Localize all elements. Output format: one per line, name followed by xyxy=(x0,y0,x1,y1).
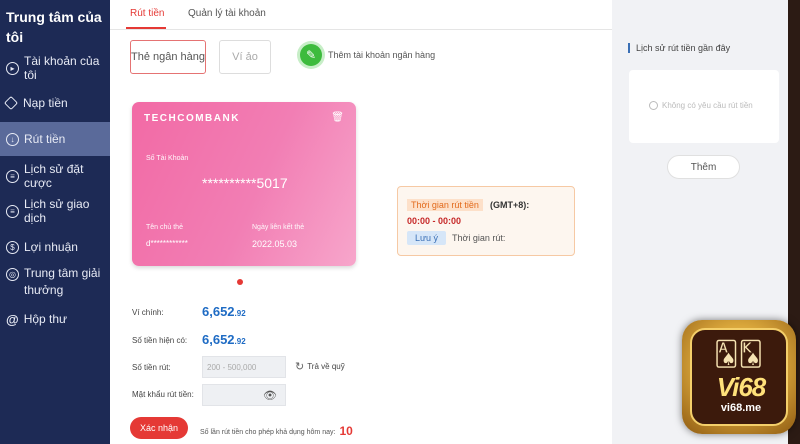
active-tab-indicator xyxy=(126,27,166,29)
time-range: 00:00 - 00:00 xyxy=(407,216,462,226)
logo-brand: Vi68 xyxy=(716,372,767,402)
refresh-icon: ↻ xyxy=(295,361,305,373)
sidebar-item-bet-history[interactable]: ≡ Lịch sử đặt cược xyxy=(0,159,110,193)
add-bank-label: Thêm tài khoản ngân hàng xyxy=(328,50,436,60)
sidebar-item-withdraw[interactable]: ↓ Rút tiền xyxy=(0,122,110,156)
tab-withdraw[interactable]: Rút tiền xyxy=(130,8,164,19)
main-wallet-label: Ví chính: xyxy=(132,308,164,317)
globe-icon: ◎ xyxy=(6,268,19,281)
document-icon: ≡ xyxy=(6,204,19,218)
sidebar-item-label: Lợi nhuận xyxy=(24,240,78,254)
list-icon: ≡ xyxy=(6,169,19,183)
history-title: Lịch sử rút tiền gần đây xyxy=(628,43,730,53)
sidebar-item-my-account[interactable]: ▸ Tài khoản của tôi xyxy=(0,51,110,85)
quota-label: Số lần rút tiền cho phép khả dụng hôm na… xyxy=(200,429,336,436)
tab-account-management[interactable]: Quản lý tài khoản xyxy=(188,8,266,19)
account-number: **********5017 xyxy=(202,175,288,191)
owner-value: d************ xyxy=(146,239,188,248)
withdraw-icon: ↓ xyxy=(6,132,19,146)
pencil-icon: ✎ xyxy=(300,44,322,66)
sidebar-item-inbox[interactable]: @ Hộp thư xyxy=(0,302,110,336)
trash-icon[interactable]: 🗑 xyxy=(331,112,344,123)
sidebar-item-deposit[interactable]: Nạp tiền xyxy=(0,86,110,120)
sidebar-title-line1: Trung tâm của xyxy=(6,9,102,25)
available-amount: 6,652 xyxy=(202,332,235,347)
bank-name: TECHCOMBANK xyxy=(144,113,240,124)
sidebar-title-line2: tôi xyxy=(6,29,24,45)
withdraw-time-tag: Thời gian rút tiền xyxy=(407,199,483,211)
main-wallet-value: 6,652.92 xyxy=(202,304,246,319)
playing-cards-icon: 🂡🂮 xyxy=(714,341,764,368)
diamond-icon xyxy=(3,95,19,111)
note-text: Thời gian rút: xyxy=(452,233,506,243)
timezone: (GMT+8): xyxy=(490,200,530,210)
sidebar-item-rewards-center[interactable]: ◎ Trung tâm giải thưởng xyxy=(0,263,110,303)
sidebar-item-label: Lịch sử giao dịch xyxy=(24,197,90,225)
main-panel: Rút tiền Quản lý tài khoản Thẻ ngân hàng… xyxy=(110,0,612,444)
logo-domain: vi68.me xyxy=(720,402,762,414)
eye-icon[interactable]: 👁 xyxy=(263,389,277,402)
note-tag: Lưu ý xyxy=(407,231,447,245)
quota-value: 10 xyxy=(339,424,353,438)
rewards-label-line2: thưởng xyxy=(24,283,64,297)
amount-input[interactable]: 200 - 500,000 xyxy=(202,356,286,378)
more-button[interactable]: Thêm xyxy=(667,155,740,179)
sidebar-item-label: Tài khoản của tôi xyxy=(24,54,100,82)
virtual-wallet-method-button[interactable]: Ví ảo xyxy=(219,40,271,74)
amount-label: Số tiền rút: xyxy=(132,363,171,372)
sidebar-item-label: Rút tiền xyxy=(24,132,66,146)
return-to-fund-label: Trả về quỹ xyxy=(307,362,345,371)
confirm-button[interactable]: Xác nhận xyxy=(130,417,188,439)
available-decimal: .92 xyxy=(234,337,246,346)
headset-icon xyxy=(649,101,658,110)
available-label: Số tiền hiện có: xyxy=(132,336,188,345)
link-date-label: Ngày liên kết thẻ xyxy=(252,224,305,231)
sidebar-item-label: Lịch sử đặt cược xyxy=(24,162,84,190)
sidebar-item-label: Hộp thư xyxy=(23,312,68,326)
withdraw-time-box: Thời gian rút tiền (GMT+8): 00:00 - 00:0… xyxy=(397,186,575,256)
main-wallet-amount: 6,652 xyxy=(202,304,235,319)
sidebar-title: Trung tâm của tôi xyxy=(0,0,110,47)
password-label: Mật khẩu rút tiền: xyxy=(132,390,194,399)
at-icon: @ xyxy=(6,311,19,327)
vi68-logo: 🂡🂮 Vi68 vi68.me xyxy=(682,320,796,434)
add-bank-account-button[interactable]: ✎ Thêm tài khoản ngân hàng xyxy=(300,44,435,66)
history-list: Không có yêu cầu rút tiền xyxy=(629,70,779,143)
sidebar-item-label: Trung tâm giải thưởng xyxy=(24,265,100,299)
bank-card-method-button[interactable]: Thẻ ngân hàng xyxy=(130,40,206,74)
profit-icon: $ xyxy=(6,240,19,254)
account-number-label: Số Tài Khoản xyxy=(146,155,189,162)
withdraw-password-input[interactable]: 👁 xyxy=(202,384,286,406)
return-to-fund-button[interactable]: ↻ Trả về quỹ xyxy=(295,360,345,373)
owner-label: Tên chủ thẻ xyxy=(146,224,183,231)
logo-inner: 🂡🂮 Vi68 vi68.me xyxy=(690,328,788,426)
rewards-label-line1: Trung tâm giải xyxy=(24,266,101,280)
account-icon: ▸ xyxy=(6,61,19,75)
history-empty: Không có yêu cầu rút tiền xyxy=(649,101,753,110)
carousel-dot[interactable] xyxy=(237,279,243,285)
tab-bar: Rút tiền Quản lý tài khoản xyxy=(110,0,612,30)
sidebar: Trung tâm của tôi ▸ Tài khoản của tôi Nạ… xyxy=(0,0,110,444)
history-empty-text: Không có yêu cầu rút tiền xyxy=(662,101,753,110)
available-value: 6,652.92 xyxy=(202,332,246,347)
sidebar-item-label: Nạp tiền xyxy=(23,96,68,110)
sidebar-item-transaction-history[interactable]: ≡ Lịch sử giao dịch xyxy=(0,194,110,228)
main-wallet-decimal: .92 xyxy=(234,309,246,318)
bank-card[interactable]: TECHCOMBANK 🗑 Số Tài Khoản **********501… xyxy=(132,102,356,266)
daily-quota: Số lần rút tiền cho phép khả dụng hôm na… xyxy=(200,423,353,438)
link-date-value: 2022.05.03 xyxy=(252,239,298,249)
sidebar-item-profit[interactable]: $ Lợi nhuận xyxy=(0,230,110,264)
